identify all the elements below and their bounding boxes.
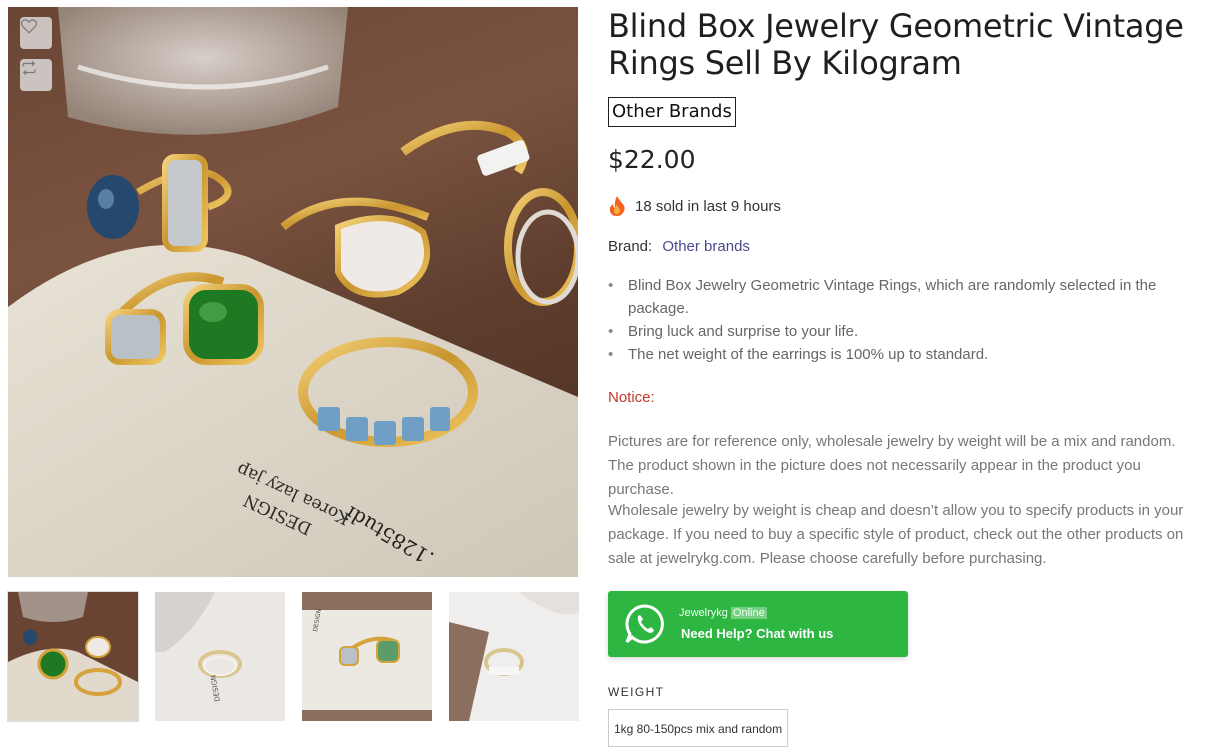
chat-cta: Need Help? Chat with us	[681, 626, 834, 641]
weight-label: WEIGHT	[608, 685, 665, 699]
chat-agent-name: Jewelrykg Online	[679, 607, 767, 619]
feature-list: Blind Box Jewelry Geometric Vintage Ring…	[608, 274, 1193, 366]
feature-item: Blind Box Jewelry Geometric Vintage Ring…	[608, 274, 1193, 320]
brand-row: Brand: Other brands	[608, 238, 750, 255]
product-price: $22.00	[608, 145, 696, 174]
wishlist-button[interactable]	[20, 17, 52, 49]
sold-text: 18 sold in last 9 hours	[635, 197, 781, 215]
thumbnail-2[interactable]: DESIGN	[155, 592, 285, 721]
feature-item: The net weight of the earrings is 100% u…	[608, 343, 1193, 366]
brand-tag[interactable]: Other Brands	[608, 97, 736, 127]
notice-paragraph: Pictures are for reference only, wholesa…	[608, 433, 1176, 498]
compare-button[interactable]	[20, 59, 52, 91]
notice-label: Notice:	[608, 389, 655, 406]
weight-option[interactable]: 1kg 80-150pcs mix and random	[608, 709, 789, 747]
online-status: Online	[730, 607, 767, 619]
product-title: Blind Box Jewelry Geometric Vintage Ring…	[608, 7, 1184, 82]
thumbnail-3[interactable]: DESIGN	[302, 592, 432, 721]
fire-icon	[609, 196, 625, 216]
brand-label: Brand:	[608, 238, 653, 255]
notice-paragraph: Wholesale jewelry by weight is cheap and…	[608, 502, 1184, 567]
rings-photo: DESIGN Korea lazy jap .1285tudi	[8, 7, 578, 577]
thumbnail-4[interactable]	[449, 592, 579, 721]
whatsapp-chat-button[interactable]: Jewelrykg Online Need Help? Chat with us	[608, 591, 908, 657]
thumbnail-1[interactable]	[7, 591, 139, 722]
brand-link[interactable]: Other brands	[662, 238, 750, 255]
sales-indicator: 18 sold in last 9 hours	[608, 196, 781, 216]
heart-icon	[20, 19, 38, 34]
main-product-image[interactable]: DESIGN Korea lazy jap .1285tudi	[8, 7, 578, 577]
feature-item: Bring luck and surprise to your life.	[608, 320, 1193, 343]
thumbnail-strip: DESIGN DESIGN	[7, 591, 579, 722]
compare-icon	[22, 60, 36, 76]
whatsapp-icon	[625, 604, 664, 644]
